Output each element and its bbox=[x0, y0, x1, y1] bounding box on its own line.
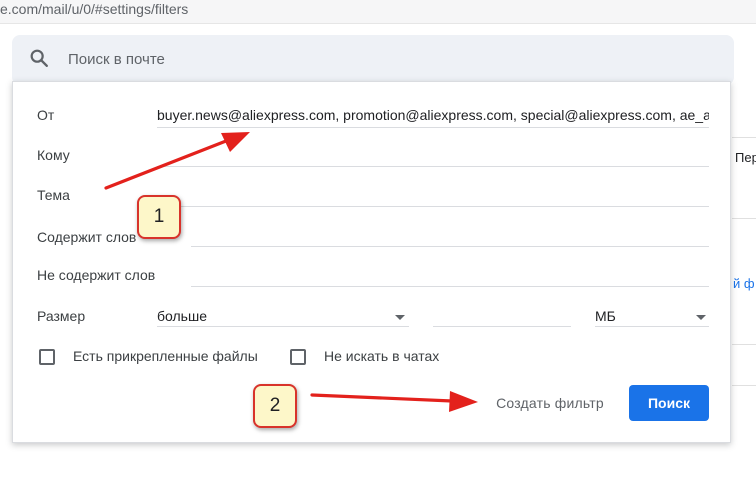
annotation-badge-1-label: 1 bbox=[153, 206, 165, 227]
search-placeholder[interactable]: Поиск в почте bbox=[68, 51, 165, 68]
background-divider bbox=[732, 218, 756, 219]
no-chats-label[interactable]: Не искать в чатах bbox=[324, 348, 439, 364]
background-divider bbox=[732, 385, 756, 386]
search-button[interactable]: Поиск bbox=[629, 385, 709, 421]
has-words-label: Содержит слов bbox=[37, 229, 137, 245]
create-filter-button[interactable]: Создать фильтр bbox=[481, 385, 619, 421]
to-label: Кому bbox=[37, 147, 70, 163]
size-value-underline bbox=[433, 326, 571, 327]
has-attachment-label[interactable]: Есть прикрепленные файлы bbox=[73, 348, 258, 364]
annotation-badge-1: 1 bbox=[137, 195, 181, 239]
annotation-badge-2-label: 2 bbox=[269, 395, 281, 416]
annotation-badge-2: 2 bbox=[253, 384, 297, 428]
browser-address-bar[interactable]: e.com/mail/u/0/#settings/filters bbox=[0, 0, 756, 24]
no-words-label: Не содержит слов bbox=[37, 267, 156, 283]
url-text[interactable]: e.com/mail/u/0/#settings/filters bbox=[0, 1, 188, 17]
size-unit-value: МБ bbox=[595, 308, 616, 324]
has-attachment-checkbox[interactable] bbox=[39, 349, 55, 365]
background-link[interactable]: й ф bbox=[733, 276, 755, 291]
size-operator-underline bbox=[157, 326, 409, 327]
from-label: От bbox=[37, 107, 55, 123]
size-unit-underline bbox=[595, 326, 709, 327]
caret-down-icon bbox=[395, 315, 405, 320]
advanced-search-panel: От buyer.news@aliexpress.com, promotion@… bbox=[12, 81, 731, 443]
search-icon[interactable] bbox=[28, 47, 50, 69]
background-divider bbox=[732, 344, 756, 345]
from-field[interactable]: buyer.news@aliexpress.com, promotion@ali… bbox=[157, 107, 709, 123]
background-divider bbox=[732, 137, 756, 138]
caret-down-icon bbox=[696, 315, 706, 320]
subject-label: Тема bbox=[37, 187, 70, 203]
size-operator-value: больше bbox=[157, 308, 207, 324]
no-words-underline bbox=[191, 286, 709, 287]
no-chats-checkbox[interactable] bbox=[290, 349, 306, 365]
has-words-underline bbox=[191, 246, 709, 247]
subject-underline bbox=[157, 206, 709, 207]
size-label: Размер bbox=[37, 308, 86, 324]
from-underline bbox=[157, 127, 709, 128]
to-underline bbox=[157, 166, 709, 167]
background-column-header: Пер bbox=[735, 150, 756, 165]
